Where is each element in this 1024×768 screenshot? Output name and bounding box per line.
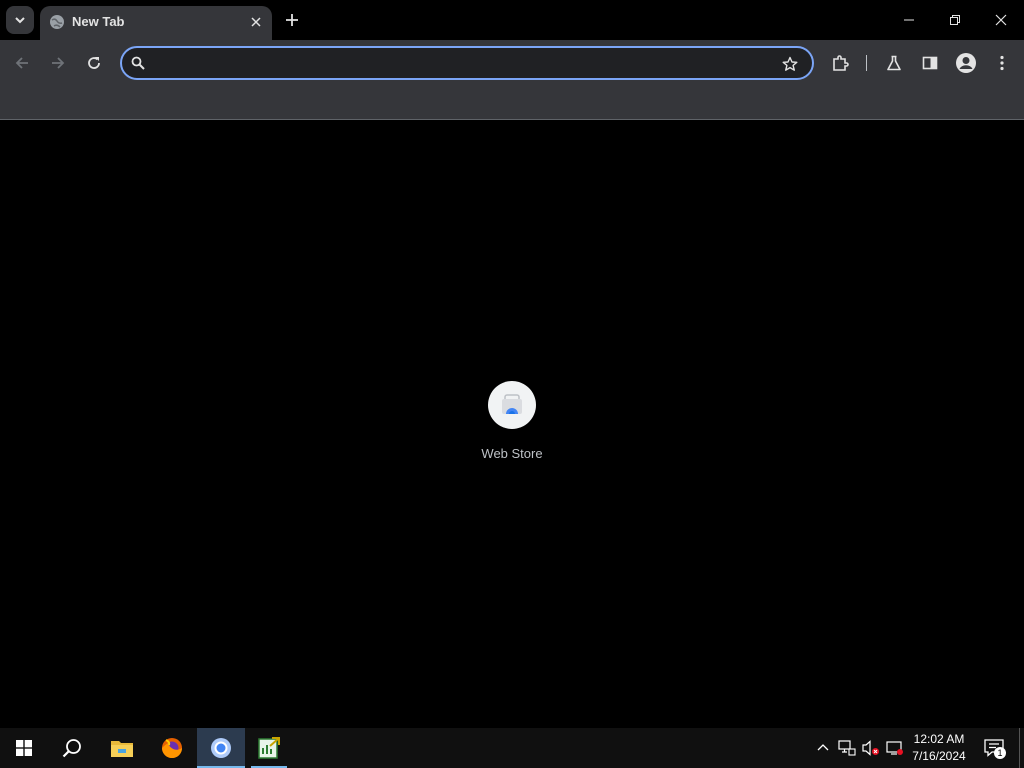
notification-center-button[interactable]: 1 [982, 736, 1006, 760]
close-icon [251, 17, 261, 27]
back-icon [15, 57, 28, 69]
volume-muted-icon [862, 740, 879, 756]
bookmark-button[interactable] [780, 54, 800, 74]
bookmarks-bar [0, 86, 1024, 120]
display-icon [886, 741, 903, 755]
side-panel-icon [922, 56, 938, 70]
tray-display[interactable] [885, 738, 905, 758]
windows-start-icon [16, 740, 32, 756]
reload-button[interactable] [81, 50, 107, 76]
minimize-icon [904, 19, 914, 21]
address-bar[interactable] [120, 46, 814, 80]
search-icon [131, 56, 145, 70]
shortcut-web-store[interactable]: Web Store [472, 381, 552, 465]
tray-volume[interactable] [861, 738, 881, 758]
clock-date: 7/16/2024 [912, 749, 966, 763]
spreadsheet-app-icon [258, 737, 280, 759]
file-explorer-icon [111, 741, 133, 757]
chrome-icon [211, 738, 231, 758]
address-input[interactable] [152, 52, 772, 74]
tray-network[interactable] [837, 738, 857, 758]
restore-button[interactable] [932, 0, 978, 40]
back-button[interactable] [9, 50, 35, 76]
menu-icon [1000, 55, 1004, 71]
globe-icon [50, 15, 64, 29]
profile-button[interactable] [953, 50, 979, 76]
bookmark-star-icon [782, 56, 798, 71]
web-store-icon [502, 394, 522, 414]
windows-taskbar: 12:02 AM 7/16/2024 1 [0, 728, 1024, 768]
forward-icon [52, 57, 65, 69]
tab-title: New Tab [72, 14, 125, 29]
tab-close-button[interactable] [246, 12, 266, 32]
side-panel-button[interactable] [917, 50, 943, 76]
taskbar-firefox[interactable] [148, 728, 196, 768]
taskbar-file-explorer[interactable] [98, 728, 146, 768]
tab-search-button[interactable] [6, 6, 34, 34]
minimize-button[interactable] [886, 0, 932, 40]
close-icon [995, 14, 1007, 26]
extensions-button[interactable] [827, 50, 853, 76]
new-tab-button[interactable] [280, 8, 304, 32]
labs-icon [887, 55, 901, 71]
shortcut-icon-circle [488, 381, 536, 429]
show-desktop-button[interactable] [1019, 728, 1024, 768]
taskbar-search-button[interactable] [48, 728, 96, 768]
browser-menu-button[interactable] [989, 50, 1015, 76]
browser-toolbar [0, 40, 1024, 86]
chevron-down-icon [15, 17, 25, 24]
toolbar-separator [866, 55, 867, 71]
shortcut-label: Web Store [481, 446, 543, 461]
tab-strip: New Tab [0, 0, 1024, 40]
plus-icon [286, 14, 298, 26]
reload-icon [88, 57, 100, 69]
clock-time: 12:02 AM [913, 732, 965, 746]
restore-icon [950, 15, 960, 25]
firefox-icon [162, 738, 182, 758]
window-close-button[interactable] [978, 0, 1024, 40]
taskbar-chrome[interactable] [197, 728, 245, 768]
chevron-up-icon [817, 744, 829, 751]
extensions-icon [833, 55, 849, 71]
labs-button[interactable] [881, 50, 907, 76]
search-icon [62, 739, 81, 758]
taskbar-spreadsheet-app[interactable] [245, 728, 293, 768]
notification-count-badge: 1 [994, 747, 1006, 759]
tray-overflow-button[interactable] [813, 738, 833, 758]
network-icon [838, 740, 856, 756]
forward-button[interactable] [45, 50, 71, 76]
tab-new-tab[interactable]: New Tab [40, 6, 272, 40]
new-tab-page: Web Store [0, 121, 1024, 728]
taskbar-clock[interactable]: 12:02 AM 7/16/2024 [906, 731, 972, 765]
profile-icon [956, 53, 976, 73]
start-button[interactable] [0, 728, 48, 768]
